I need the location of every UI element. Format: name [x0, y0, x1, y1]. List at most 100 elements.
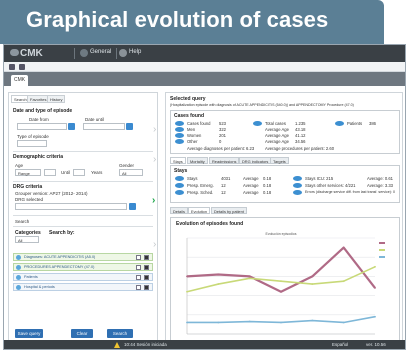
search-by-label: Search by: — [49, 230, 75, 236]
clear-button[interactable]: Clear — [71, 329, 93, 338]
episode-type-select[interactable] — [17, 140, 47, 147]
calendar-icon[interactable] — [68, 123, 75, 130]
eye-icon[interactable] — [293, 190, 302, 195]
tab-stays[interactable]: Stays — [170, 157, 186, 164]
grouper-version: Grouper version: AP27 (2012- 2014) — [15, 191, 88, 196]
edit-icon[interactable] — [136, 275, 141, 280]
toolbar-divider — [116, 48, 117, 59]
home-icon[interactable] — [9, 64, 15, 70]
data-point — [248, 275, 251, 278]
edit-icon[interactable] — [136, 265, 141, 270]
cases-found-title: Cases found — [174, 113, 205, 119]
search-button[interactable]: Search — [107, 329, 133, 338]
chevron-right-icon: › — [153, 124, 157, 135]
criteria-row-hospital[interactable]: Hospital & periods — [13, 283, 153, 291]
legend-swatch — [379, 242, 385, 244]
data-point — [248, 277, 251, 280]
women-label: Women — [187, 133, 202, 138]
criteria-row-patients[interactable]: Patients — [13, 273, 153, 281]
eye-icon[interactable] — [175, 121, 184, 126]
tab-drg-indicators[interactable]: DRG indicators — [239, 157, 272, 164]
eye-icon[interactable] — [293, 176, 302, 181]
stays-icu: Stays ICU: 215 — [305, 176, 334, 181]
men-value: 322 — [219, 127, 226, 132]
menu-general[interactable]: General — [90, 49, 111, 55]
men-label: Men — [187, 127, 196, 132]
top-bar: CMK General Help — [4, 45, 405, 62]
selected-query-text: (Hospitalization episode with diagnosis … — [170, 103, 354, 107]
run-arrow-icon[interactable]: › — [152, 196, 155, 206]
edit-icon[interactable] — [136, 255, 141, 260]
app-window: CMK General Help CMK Search Favorites Hi… — [3, 44, 406, 350]
date-from-field[interactable] — [17, 123, 67, 130]
drg-selected-field[interactable] — [15, 203, 127, 210]
eye-icon[interactable] — [175, 133, 184, 138]
evolution-chart: Evolución episodios — [186, 232, 385, 335]
eye-icon[interactable] — [175, 183, 184, 188]
eye-icon[interactable] — [253, 121, 262, 126]
session-status: 10:44 Sesión iniciada — [124, 342, 167, 347]
hospital-icon — [16, 285, 21, 290]
tab-readmissions[interactable]: Readmissions — [209, 157, 240, 164]
criteria-row-diagnoses[interactable]: Diagnoses: ACUTE APPENDICITIS (A5.0) — [13, 253, 153, 261]
eye-icon[interactable] — [175, 127, 184, 132]
sched-value: 12 — [221, 190, 226, 195]
criteria-label: Hospital & periods — [24, 285, 55, 289]
avg-procedures: Average procedures per patient: 2.60 — [265, 146, 335, 151]
data-point — [311, 275, 314, 278]
tab-cmk[interactable]: CMK — [11, 75, 28, 86]
age-label: Age — [15, 163, 24, 168]
avg-age-label: Average Age — [265, 133, 289, 138]
toolbar-divider — [74, 48, 75, 59]
eye-icon[interactable] — [293, 183, 302, 188]
patients-label: Patients — [347, 121, 363, 126]
avg-age-value: 43.18 — [295, 127, 306, 132]
categories-select[interactable]: All — [15, 236, 39, 243]
data-point — [342, 280, 345, 283]
delete-icon[interactable] — [144, 275, 149, 280]
drg-picker-icon[interactable] — [129, 203, 136, 210]
delete-icon[interactable] — [144, 265, 149, 270]
stays-avg-label: Average — [243, 176, 259, 181]
tab-evolution[interactable]: Evolution — [188, 207, 211, 214]
age-mode-select[interactable]: Range — [15, 169, 41, 176]
save-query-button[interactable]: Save query — [15, 329, 43, 338]
eye-icon[interactable] — [335, 121, 344, 126]
date-from-label: Date from — [29, 117, 49, 122]
tab-details[interactable]: Details — [170, 207, 188, 214]
language-label[interactable]: Español — [332, 342, 348, 347]
date-to-field[interactable] — [83, 123, 125, 130]
eye-icon[interactable] — [175, 190, 184, 195]
banner-title: Graphical evolution of cases — [26, 7, 329, 32]
sched-avg-label: Average — [243, 190, 259, 195]
age-from-field[interactable] — [44, 169, 56, 176]
calendar-icon[interactable] — [126, 123, 133, 130]
status-bar: 10:44 Sesión iniciada Español ver. 10.56 — [4, 340, 405, 349]
eye-icon[interactable] — [175, 176, 184, 181]
data-point — [248, 320, 251, 323]
delete-icon[interactable] — [144, 255, 149, 260]
page: Graphical evolution of cases CMK General… — [0, 0, 409, 353]
tab-details-by-patient[interactable]: Details by patient — [211, 207, 247, 214]
search-label: Search — [15, 219, 30, 224]
general-icon — [80, 49, 88, 57]
bookmark-icon[interactable] — [19, 64, 25, 70]
other-value: 0 — [219, 139, 222, 144]
avg-age-label: Average Age — [265, 139, 289, 144]
episode-type-label: Type of episode — [17, 134, 49, 139]
eye-icon[interactable] — [175, 139, 184, 144]
menu-help[interactable]: Help — [129, 49, 141, 55]
age-to-field[interactable] — [73, 169, 85, 176]
tab-history[interactable]: History — [47, 95, 66, 103]
criteria-row-procedures[interactable]: PROCEDURES APPENDECTOMY (47.0) — [13, 263, 153, 271]
section-demographic-title: Demographic criteria — [13, 154, 64, 160]
chart-title: Evolution of episodes found — [176, 221, 244, 227]
results-panel: Selected query (Hospitalization episode … — [165, 92, 403, 344]
tab-targets[interactable]: Targets — [270, 157, 289, 164]
gender-select[interactable]: All — [119, 169, 143, 176]
emerg-avg-label: Average — [243, 183, 259, 188]
delete-icon[interactable] — [144, 285, 149, 290]
section-drg-title: DRG criteria — [13, 184, 43, 190]
tab-mortality[interactable]: Mortality — [187, 157, 208, 164]
edit-icon[interactable] — [136, 285, 141, 290]
